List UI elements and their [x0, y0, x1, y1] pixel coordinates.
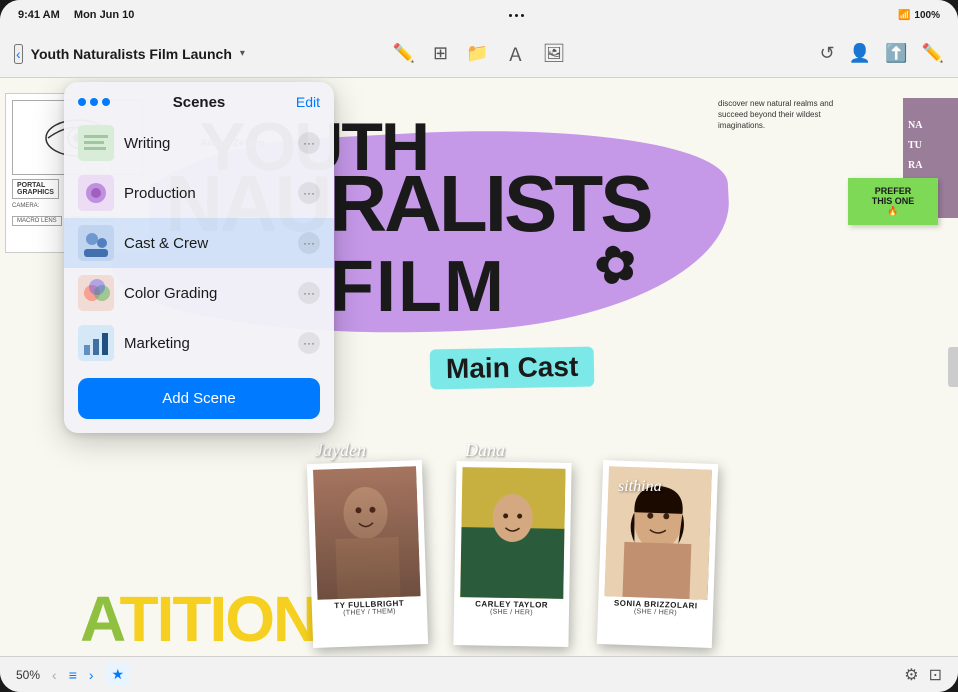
dot3: [521, 14, 524, 17]
polaroid-img-2: [460, 467, 565, 599]
person-1-container: TY FULLBRIGHT (THEY / THEM): [310, 462, 425, 646]
scenes-dot-3: [102, 98, 110, 106]
svg-text:RA: RA: [908, 160, 923, 171]
status-date: Mon Jun 10: [74, 9, 135, 21]
scenes-dot-2: [90, 98, 98, 106]
scenes-header: Scenes Edit: [64, 82, 334, 118]
hierarchy-icon[interactable]: ⚙: [904, 665, 918, 685]
status-bar: 9:41 AM Mon Jun 10 📶 100%: [0, 0, 958, 30]
scene-item-colorgrading[interactable]: Color Grading ···: [64, 268, 334, 318]
svg-text:NA: NA: [908, 120, 923, 131]
scene-label-writing: Writing: [124, 135, 288, 152]
toolbar-right: ↺ 👤 ⬆️ ✏️: [820, 43, 944, 64]
sketch-portal-label: PORTALGRAPHICS: [12, 179, 59, 199]
main-toolbar: ‹ Youth Naturalists Film Launch ▾ ✏️ ⊞ 📁…: [0, 30, 958, 78]
status-bar-left: 9:41 AM Mon Jun 10: [18, 9, 134, 21]
status-time: 9:41 AM: [18, 9, 60, 21]
zoom-level: 50%: [16, 668, 40, 682]
bottom-toolbar: 50% ‹ ≡ › ★ ⚙ ⊡: [0, 656, 958, 692]
bottom-left: 50% ‹ ≡ › ★: [16, 664, 130, 685]
nav-list-button[interactable]: ≡: [69, 667, 77, 683]
scene-thumb-writing: [78, 125, 114, 161]
back-chevron: ‹: [16, 46, 21, 62]
polaroid-1: TY FULLBRIGHT (THEY / THEM): [307, 460, 428, 648]
scene-more-writing[interactable]: ···: [298, 132, 320, 154]
scene-label-castcrew: Cast & Crew: [124, 235, 288, 252]
add-scene-button[interactable]: Add Scene: [78, 378, 320, 419]
back-button[interactable]: ‹: [14, 44, 23, 64]
collaborate-icon[interactable]: 👤: [849, 43, 871, 64]
sticky-line2: THIS ONE: [858, 196, 928, 206]
sticky-emoji: 🔥: [858, 206, 928, 217]
scene-item-writing[interactable]: Writing ···: [64, 118, 334, 168]
fullscreen-icon[interactable]: ⊡: [929, 665, 942, 685]
scene-label-production: Production: [124, 185, 288, 202]
sketch-lens1: MACRO LENS: [12, 216, 62, 226]
right-edge-handle[interactable]: [948, 347, 958, 387]
person-2-container: CARLEY TAYLOR (SHE / HER): [455, 462, 570, 646]
scenes-edit-button[interactable]: Edit: [296, 94, 320, 110]
scene-item-castcrew[interactable]: Cast & Crew ···: [64, 218, 334, 268]
scene-more-production[interactable]: ···: [298, 182, 320, 204]
scene-label-colorgrading: Color Grading: [124, 285, 288, 302]
ipad-frame: 9:41 AM Mon Jun 10 📶 100% ‹ Youth Natura…: [0, 0, 958, 692]
title-chevron-icon[interactable]: ▾: [240, 48, 245, 59]
text-icon[interactable]: Ａ: [507, 41, 525, 67]
main-cast-label: Main Cast: [430, 347, 595, 390]
bottom-right: ⚙ ⊡: [904, 665, 942, 685]
nav-back-button[interactable]: ‹: [52, 667, 57, 683]
canvas-description: discover new natural realms and succeed …: [718, 98, 848, 132]
main-content: PORTALGRAPHICS CAMERA: MACRO LENS STEADY…: [0, 78, 958, 656]
scene-thumb-colorgrading: [78, 275, 114, 311]
scenes-panel-title: Scenes: [173, 94, 226, 111]
layout-icon[interactable]: ⊞: [433, 43, 448, 64]
polaroid-img-1: [313, 466, 420, 600]
scenes-dots: [78, 98, 110, 106]
scene-thumb-production: [78, 175, 114, 211]
scene-item-production[interactable]: Production ···: [64, 168, 334, 218]
signature-jayden: Jayden: [315, 440, 366, 461]
scene-label-marketing: Marketing: [124, 335, 288, 352]
status-bar-center: [509, 14, 524, 17]
document-title: Youth Naturalists Film Launch: [31, 46, 232, 62]
edit-icon[interactable]: ✏️: [922, 43, 944, 64]
history-icon[interactable]: ↺: [820, 43, 835, 64]
scene-more-castcrew[interactable]: ···: [298, 232, 320, 254]
polaroid-2: CARLEY TAYLOR (SHE / HER): [453, 461, 571, 647]
signature-dana: Dana: [465, 440, 505, 461]
svg-text:TU: TU: [908, 140, 922, 151]
share-icon[interactable]: ⬆️: [885, 43, 907, 64]
scenes-dot-1: [78, 98, 86, 106]
folder-icon[interactable]: 📁: [466, 43, 488, 64]
battery-level: 100%: [914, 10, 940, 21]
dot1: [509, 14, 512, 17]
sticky-note: PREFER THIS ONE 🔥: [848, 178, 938, 225]
scene-more-colorgrading[interactable]: ···: [298, 282, 320, 304]
starred-icon[interactable]: ★: [106, 664, 131, 685]
scenes-panel: Scenes Edit Writing ··· Production ···: [64, 82, 334, 433]
media-icon[interactable]: 🖼: [543, 43, 566, 64]
signature-sonia: sithina: [618, 478, 662, 496]
toolbar-center: ✏️ ⊞ 📁 Ａ 🖼: [393, 41, 566, 67]
scene-item-marketing[interactable]: Marketing ···: [64, 318, 334, 368]
title-film: FILM: [330, 246, 506, 328]
nav-forward-button[interactable]: ›: [89, 667, 94, 683]
annotation-icon[interactable]: ✏️: [393, 43, 415, 64]
scene-thumb-marketing: [78, 325, 114, 361]
status-bar-right: 📶 100%: [898, 10, 940, 21]
dot2: [515, 14, 518, 17]
wifi-icon: 📶: [898, 10, 910, 21]
sticky-line1: PREFER: [858, 186, 928, 196]
scene-thumb-castcrew: [78, 225, 114, 261]
scene-more-marketing[interactable]: ···: [298, 332, 320, 354]
